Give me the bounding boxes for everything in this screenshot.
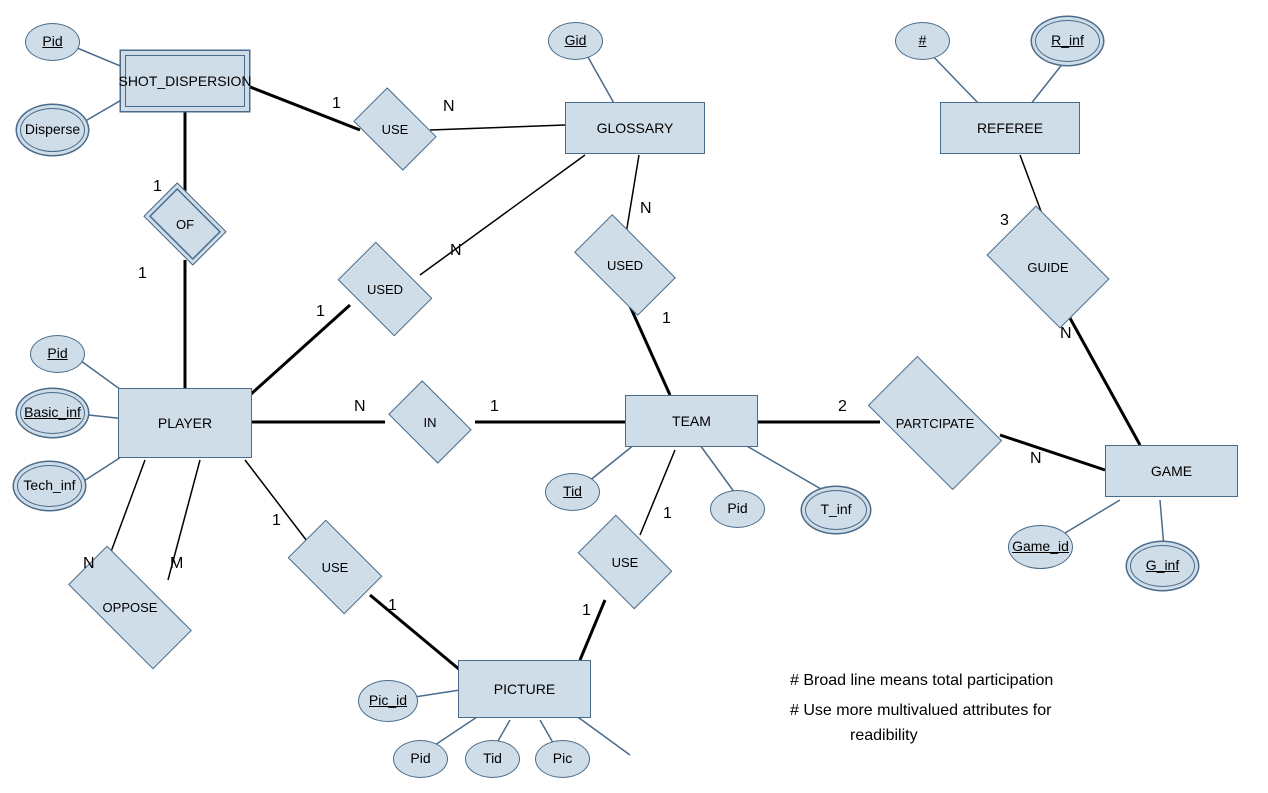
attr-gid: Gid <box>548 22 603 60</box>
card-in-1: 1 <box>490 398 499 416</box>
attr-label: # <box>919 33 927 48</box>
entity-label: GLOSSARY <box>597 120 674 136</box>
attr-label: Gid <box>565 33 587 48</box>
attr-label: Pic_id <box>369 693 407 708</box>
attr-r-inf: R_inf <box>1035 20 1100 62</box>
attr-ref-num: # <box>895 22 950 60</box>
attr-game-id: Game_id <box>1008 525 1073 569</box>
attr-label: Pid <box>42 34 62 49</box>
note-line1: # Broad line means total participation <box>790 670 1053 692</box>
attr-label: Tid <box>563 484 582 499</box>
entity-game: GAME <box>1105 445 1238 497</box>
attr-label: Pid <box>410 751 430 766</box>
entity-label: PICTURE <box>494 681 555 697</box>
attr-label: Game_id <box>1012 539 1069 554</box>
entity-shot-dispersion: SHOT_DISPERSION <box>125 55 245 107</box>
card-sd-use-n: N <box>443 98 455 116</box>
attr-disperse: Disperse <box>20 108 85 152</box>
card-guide-3: 3 <box>1000 212 1009 230</box>
card-use-pp-1a: 1 <box>272 512 281 530</box>
entity-picture: PICTURE <box>458 660 591 718</box>
card-used-pg-1: 1 <box>316 303 325 321</box>
note-line2: # Use more multivalued attributes for <box>790 700 1051 722</box>
attr-tech-inf: Tech_inf <box>17 465 82 507</box>
entity-referee: REFEREE <box>940 102 1080 154</box>
attr-pic-tid: Tid <box>465 740 520 778</box>
card-oppose-m: M <box>170 555 183 573</box>
note-line3: readibility <box>850 725 918 747</box>
entity-label: SHOT_DISPERSION <box>118 73 251 89</box>
attr-label: Pic <box>553 751 572 766</box>
entity-label: GAME <box>1151 463 1192 479</box>
card-use-tp-1a: 1 <box>663 505 672 523</box>
card-use-tp-1b: 1 <box>582 602 591 620</box>
attr-label: Pid <box>727 501 747 516</box>
attr-label: Disperse <box>25 122 80 137</box>
card-of-1b: 1 <box>138 265 147 283</box>
attr-sd-pid: Pid <box>25 23 80 61</box>
attr-pic-id: Pic_id <box>358 680 418 722</box>
attr-t-inf: T_inf <box>805 490 867 530</box>
attr-pic-pid: Pid <box>393 740 448 778</box>
card-use-pp-1b: 1 <box>388 597 397 615</box>
attr-label: Tech_inf <box>23 478 75 493</box>
attr-tid: Tid <box>545 473 600 511</box>
attr-t-pid: Pid <box>710 490 765 528</box>
attr-label: G_inf <box>1146 558 1179 573</box>
card-of-1a: 1 <box>153 178 162 196</box>
entity-player: PLAYER <box>118 388 252 458</box>
attr-basic-inf: Basic_inf <box>20 392 85 434</box>
attr-g-inf: G_inf <box>1130 545 1195 587</box>
card-part-2: 2 <box>838 398 847 416</box>
attr-label: Tid <box>483 751 502 766</box>
card-sd-use-1: 1 <box>332 95 341 113</box>
entity-label: TEAM <box>672 413 711 429</box>
attr-p-pid: Pid <box>30 335 85 373</box>
attr-label: R_inf <box>1051 33 1084 48</box>
card-part-n: N <box>1030 450 1042 468</box>
attr-label: Basic_inf <box>24 405 81 420</box>
card-in-n: N <box>354 398 366 416</box>
card-guide-n: N <box>1060 325 1072 343</box>
entity-label: REFEREE <box>977 120 1043 136</box>
attr-label: T_inf <box>820 502 851 517</box>
entity-glossary: GLOSSARY <box>565 102 705 154</box>
entity-label: PLAYER <box>158 415 212 431</box>
card-oppose-n: N <box>83 555 95 573</box>
attr-pic: Pic <box>535 740 590 778</box>
attr-label: Pid <box>47 346 67 361</box>
card-used-tg-n: N <box>640 200 652 218</box>
card-used-pg-n: N <box>450 242 462 260</box>
entity-team: TEAM <box>625 395 758 447</box>
card-used-tg-1: 1 <box>662 310 671 328</box>
